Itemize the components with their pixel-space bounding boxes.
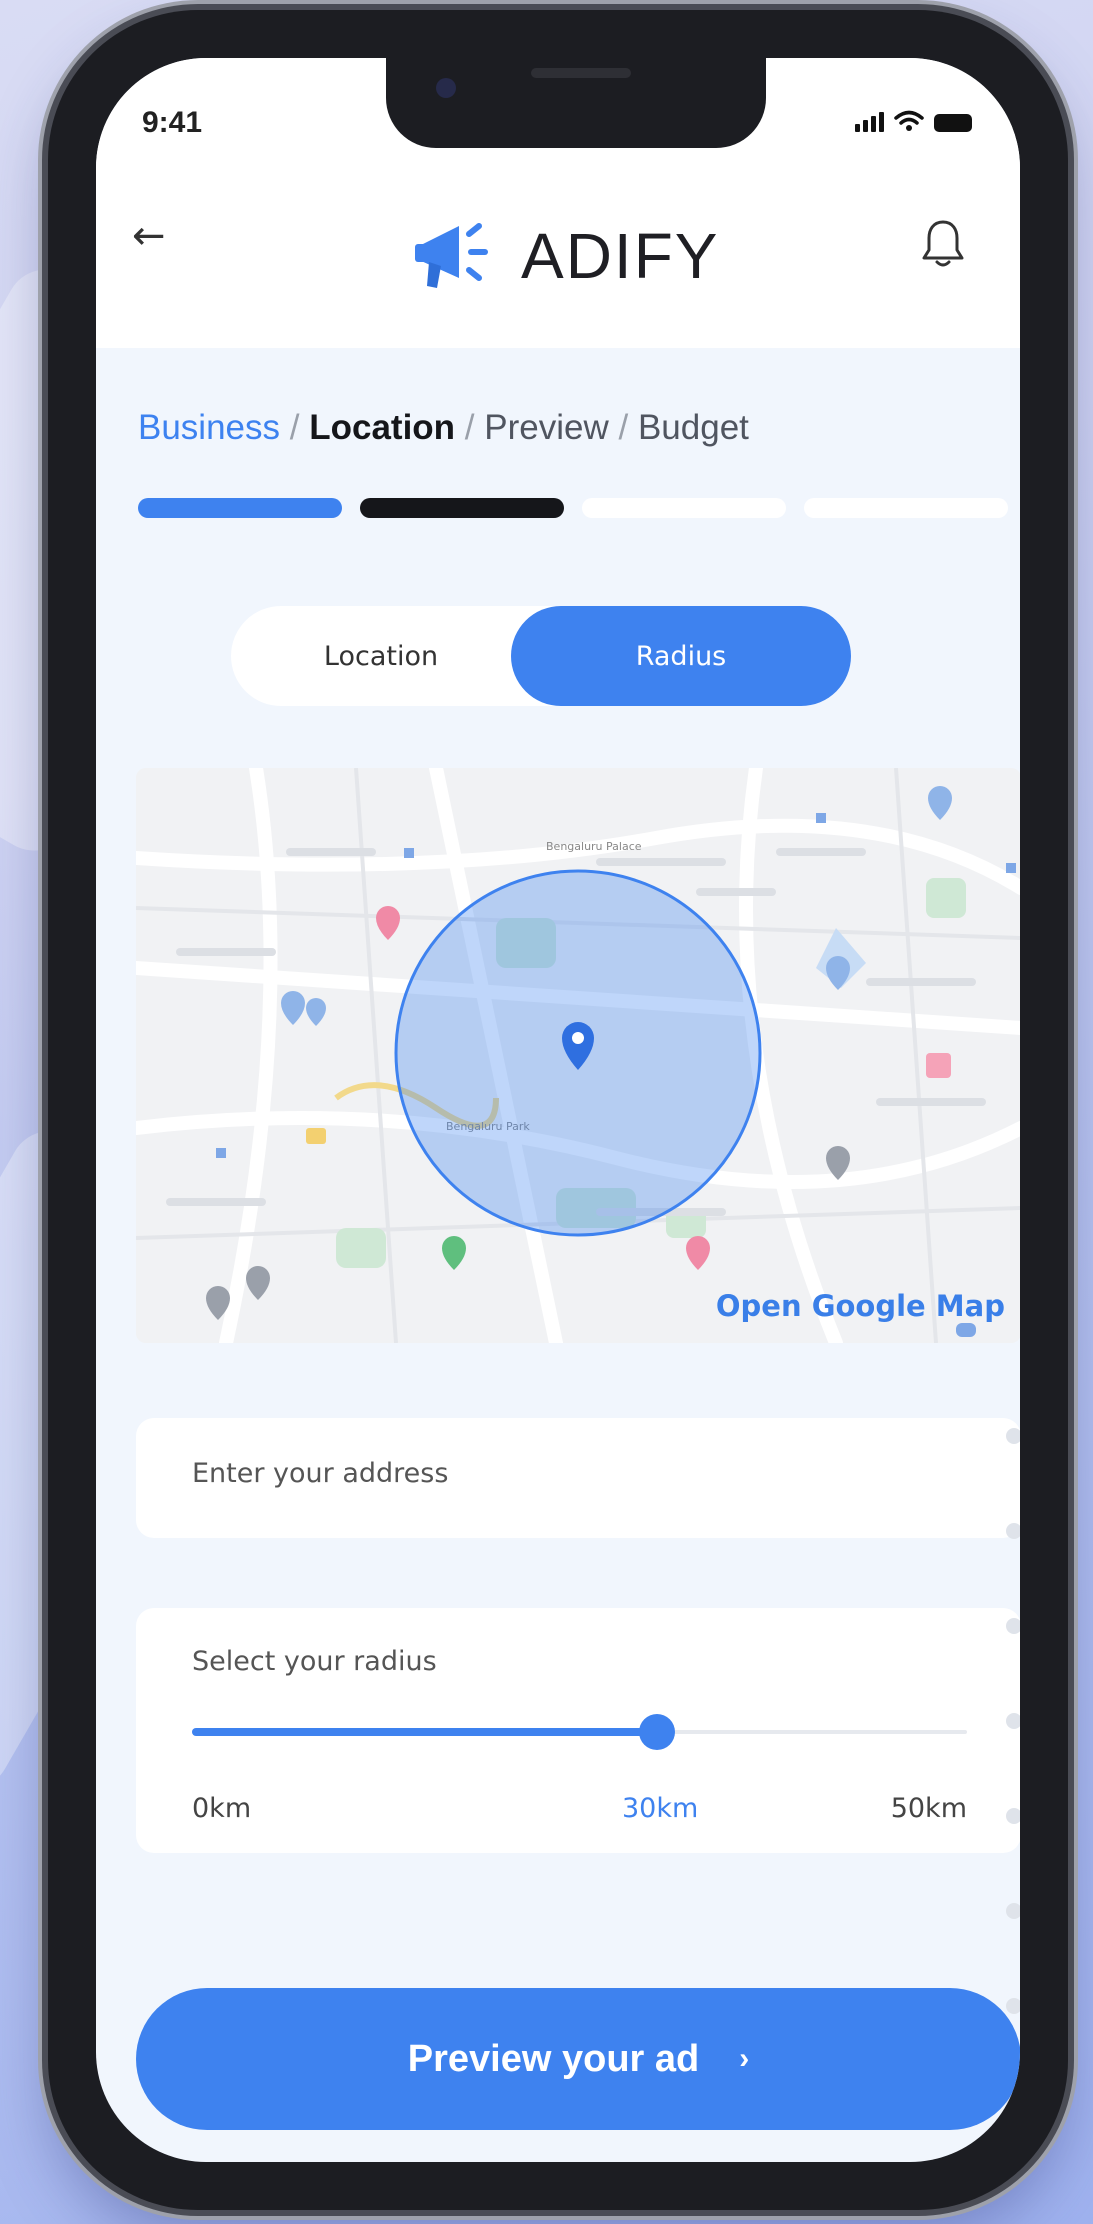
radius-card: Select your radius 0km 30km 50km	[136, 1608, 1020, 1853]
progress-step-4	[804, 498, 1008, 518]
breadcrumb-business[interactable]: Business	[138, 408, 280, 447]
status-icons	[855, 110, 972, 132]
signal-icon	[855, 112, 884, 132]
radius-min-label: 0km	[192, 1793, 252, 1824]
progress-step-3	[582, 498, 786, 518]
breadcrumb-separator: /	[289, 408, 300, 447]
tab-radius[interactable]: Radius	[511, 606, 851, 706]
preview-ad-button[interactable]: Preview your ad ›	[136, 1988, 1020, 2130]
map-canvas: Bengaluru Palace Bengaluru Park	[136, 768, 1020, 1343]
chevron-right-icon: ›	[739, 2042, 750, 2075]
address-field[interactable]: Enter your address	[136, 1418, 1020, 1538]
breadcrumb-preview[interactable]: Preview	[484, 408, 608, 447]
breadcrumb-budget[interactable]: Budget	[638, 408, 749, 447]
brand-logo: ADIFY	[411, 216, 719, 296]
open-google-map-link[interactable]: Open Google Map	[716, 1289, 1005, 1323]
radius-slider-fill	[192, 1728, 657, 1736]
status-time: 9:41	[142, 106, 203, 139]
megaphone-icon	[415, 223, 488, 288]
breadcrumb-separator: /	[464, 408, 475, 447]
step-progress	[138, 498, 1008, 518]
radius-label: Select your radius	[192, 1646, 437, 1677]
radius-slider-track[interactable]	[192, 1714, 967, 1750]
progress-step-2	[360, 498, 564, 518]
camera	[436, 78, 456, 98]
progress-step-1	[138, 498, 342, 518]
preview-ad-label: Preview your ad	[407, 2037, 700, 2080]
brand-name: ADIFY	[521, 220, 720, 292]
breadcrumb: Business / Location / Preview / Budget	[138, 408, 749, 448]
radius-max-label: 50km	[890, 1793, 967, 1824]
map-label-palace: Bengaluru Palace	[546, 840, 642, 853]
wifi-icon	[894, 110, 924, 131]
map-view[interactable]: Bengaluru Palace Bengaluru Park Open Goo…	[136, 768, 1020, 1343]
notch	[386, 58, 766, 148]
breadcrumb-separator: /	[618, 408, 629, 447]
address-placeholder: Enter your address	[192, 1458, 449, 1489]
speaker	[531, 68, 631, 78]
radius-slider-handle[interactable]	[639, 1714, 675, 1750]
breadcrumb-location[interactable]: Location	[309, 408, 455, 447]
back-arrow-icon[interactable]: ←	[132, 213, 166, 259]
tab-location[interactable]: Location	[231, 606, 531, 706]
battery-icon	[934, 114, 972, 132]
app-screen: 9:41 ← ADIFY Business / Location / Previ…	[96, 58, 1020, 2162]
radius-value-label: 30km	[622, 1793, 699, 1824]
bell-icon[interactable]	[921, 218, 965, 274]
mode-toggle: Location Radius	[231, 606, 851, 706]
phone-frame: 9:41 ← ADIFY Business / Location / Previ…	[48, 10, 1068, 2210]
